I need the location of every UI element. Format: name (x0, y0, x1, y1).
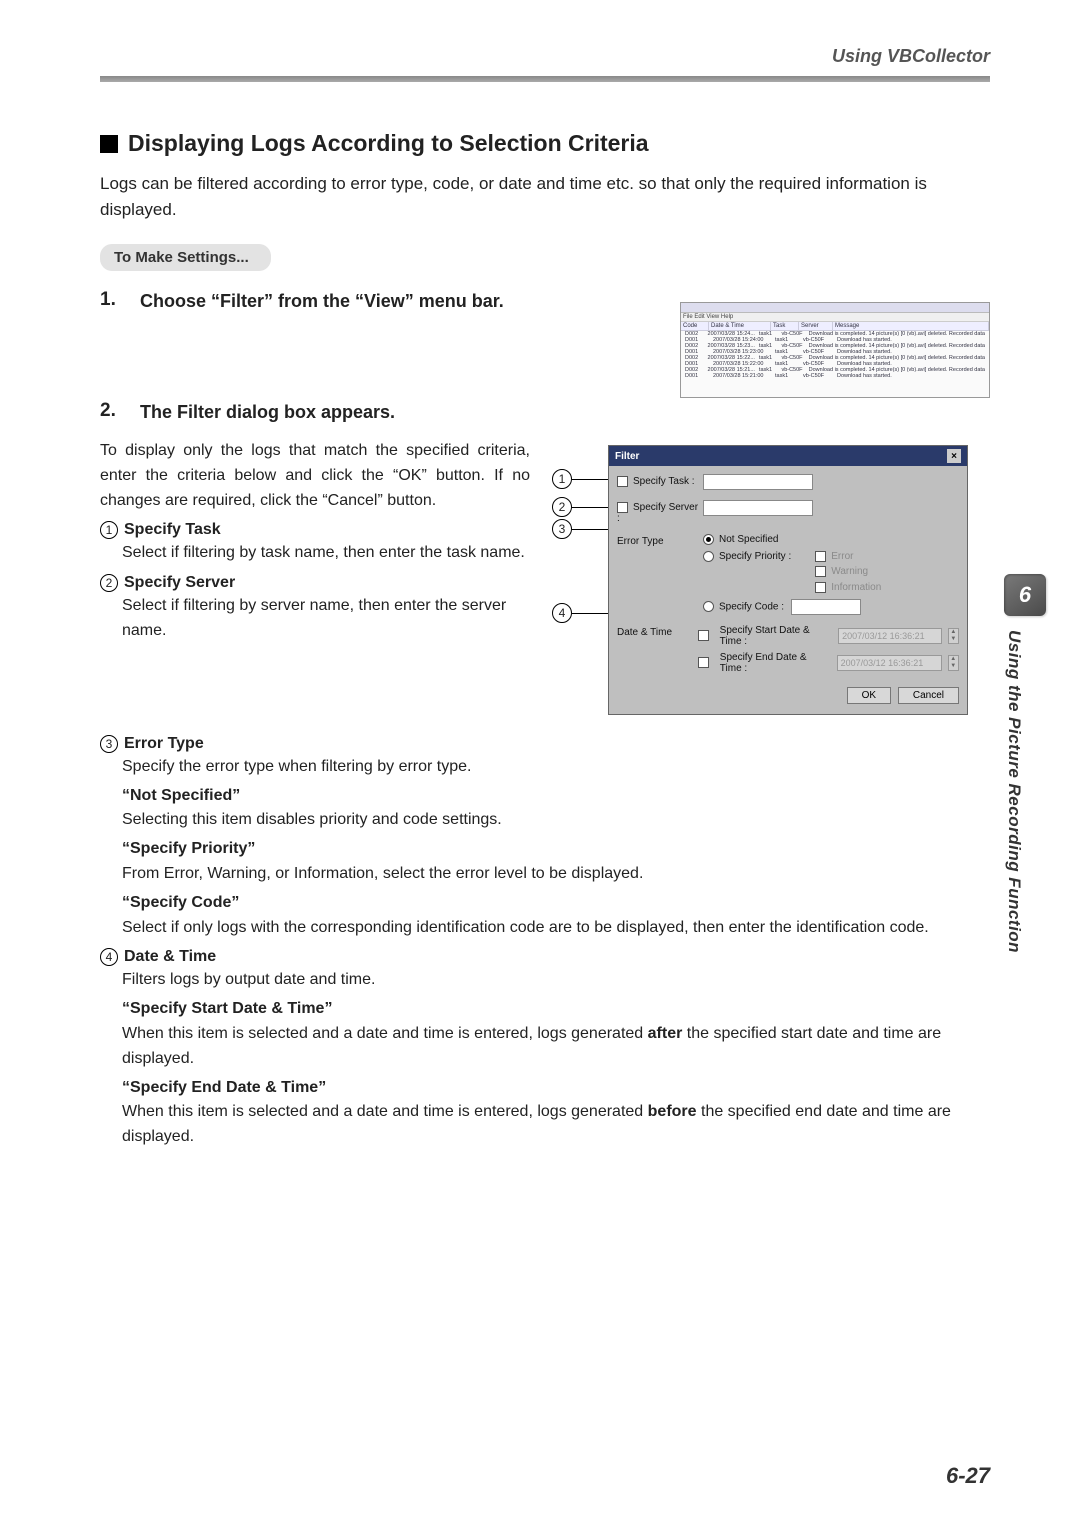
specify-priority-label: Specify Priority : (719, 551, 791, 562)
not-specified-heading: “Not Specified” (122, 784, 990, 809)
item-4-text: Filters logs by output date and time. (122, 968, 990, 993)
item-2-heading: 2 Specify Server (100, 574, 530, 592)
specify-code-label: Specify Code : (719, 601, 784, 612)
specify-code-text: Select if only logs with the correspondi… (122, 916, 990, 941)
header-rule (100, 76, 990, 82)
pri-warning-checkbox[interactable] (815, 566, 826, 577)
pri-warning-label: Warning (831, 567, 868, 578)
item-1-text: Select if filtering by task name, then e… (122, 541, 530, 566)
settings-pill: To Make Settings... (100, 244, 271, 271)
item-2-text: Select if filtering by server name, then… (122, 594, 530, 644)
datetime-label: Date & Time (617, 625, 698, 638)
section-header: Using VBCollector (832, 46, 990, 67)
page-number: 6-27 (946, 1463, 990, 1489)
server-label: Specify Server : (617, 502, 698, 524)
callout-3-icon: 3 (552, 519, 572, 539)
log-col-date: Date & Time (709, 322, 771, 330)
item-2-title: Specify Server (124, 574, 235, 592)
start-date-text: When this item is selected and a date an… (122, 1022, 990, 1072)
pri-error-label: Error (831, 551, 853, 562)
end-date-heading: “Specify End Date & Time” (122, 1076, 990, 1101)
circle-2-icon: 2 (100, 574, 118, 592)
side-tab-text: Using the Picture Recording Function (1004, 630, 1024, 953)
side-tab: 6 Using the Picture Recording Function (1004, 574, 1046, 1074)
item-4-heading: 4 Date & Time (100, 948, 990, 966)
end-date-checkbox[interactable] (698, 657, 709, 668)
not-specified-radio[interactable] (703, 534, 714, 545)
step-1-text: Choose “Filter” from the “View” menu bar… (140, 289, 504, 314)
start-date-field[interactable]: 2007/03/12 16:36:21 (838, 628, 942, 644)
close-icon[interactable]: × (947, 449, 961, 463)
page-title: Displaying Logs According to Selection C… (100, 130, 990, 157)
log-row: D0012007/03/28 15:21:00task1vb-C50FDownl… (681, 373, 989, 379)
error-row: Error Type Not Specified Specify Priorit… (617, 534, 959, 615)
server-checkbox[interactable] (617, 502, 628, 513)
log-header-row: Code Date & Time Task Server Message (681, 322, 989, 331)
filter-dialog: Filter × Specify Task : Specify Server : (608, 445, 968, 715)
step-2-text: The Filter dialog box appears. (140, 400, 395, 425)
pri-error-checkbox[interactable] (815, 551, 826, 562)
task-label: Specify Task : (633, 476, 695, 487)
callout-2-icon: 2 (552, 497, 572, 517)
item-3-title: Error Type (124, 735, 204, 753)
start-date-heading: “Specify Start Date & Time” (122, 997, 990, 1022)
callout-4-icon: 4 (552, 603, 572, 623)
task-checkbox[interactable] (617, 476, 628, 487)
item-3-text: Specify the error type when filtering by… (122, 755, 990, 780)
ok-button[interactable]: OK (847, 687, 891, 704)
log-menubar: File Edit View Help (681, 313, 989, 322)
step-2-number: 2. (100, 400, 124, 422)
circle-1-icon: 1 (100, 521, 118, 539)
end-date-field[interactable]: 2007/03/12 16:36:21 (837, 655, 942, 671)
title-bullet-icon (100, 135, 118, 153)
log-col-msg: Message (833, 322, 989, 330)
title-text: Displaying Logs According to Selection C… (128, 130, 649, 157)
end-date-label: Specify End Date & Time : (720, 652, 831, 674)
log-titlebar (681, 303, 989, 313)
item-1-title: Specify Task (124, 521, 221, 539)
filter-dialog-figure: 1 2 3 4 Filter × (552, 445, 972, 715)
log-col-task: Task (771, 322, 799, 330)
item-1-heading: 1 Specify Task (100, 521, 530, 539)
log-col-server: Server (799, 322, 833, 330)
item-3-heading: 3 Error Type (100, 735, 990, 753)
callout-1-icon: 1 (552, 469, 572, 489)
dialog-title: Filter (615, 451, 639, 462)
step-1-number: 1. (100, 289, 124, 311)
pri-info-checkbox[interactable] (815, 582, 826, 593)
start-date-spinner[interactable]: ▲▼ (948, 628, 959, 644)
circle-3-icon: 3 (100, 735, 118, 753)
code-input[interactable] (791, 599, 861, 615)
log-viewer-screenshot: File Edit View Help Code Date & Time Tas… (680, 302, 990, 398)
end-date-text: When this item is selected and a date an… (122, 1100, 990, 1150)
specify-code-radio[interactable] (703, 601, 714, 612)
server-row: Specify Server : (617, 500, 959, 524)
not-specified-text: Selecting this item disables priority an… (122, 808, 990, 833)
specify-priority-radio[interactable] (703, 551, 714, 562)
error-label: Error Type (617, 534, 703, 547)
not-specified-label: Not Specified (719, 534, 778, 545)
step-2-paragraph: To display only the logs that match the … (100, 439, 530, 513)
dialog-titlebar: Filter × (609, 446, 967, 466)
server-input[interactable] (703, 500, 813, 516)
step-2: 2. The Filter dialog box appears. (100, 400, 990, 425)
start-date-checkbox[interactable] (698, 630, 708, 641)
circle-4-icon: 4 (100, 948, 118, 966)
task-row: Specify Task : (617, 474, 959, 490)
lead-paragraph: Logs can be filtered according to error … (100, 171, 990, 224)
task-input[interactable] (703, 474, 813, 490)
end-date-spinner[interactable]: ▲▼ (948, 655, 960, 671)
start-date-label: Specify Start Date & Time : (720, 625, 832, 647)
pri-info-label: Information (831, 582, 881, 593)
cancel-button[interactable]: Cancel (898, 687, 959, 704)
chapter-badge: 6 (1004, 574, 1046, 616)
log-col-code: Code (681, 322, 709, 330)
item-4-title: Date & Time (124, 948, 216, 966)
specify-priority-text: From Error, Warning, or Information, sel… (122, 862, 990, 887)
datetime-row: Date & Time Specify Start Date & Time : … (617, 625, 959, 679)
specify-code-heading: “Specify Code” (122, 891, 990, 916)
specify-priority-heading: “Specify Priority” (122, 837, 990, 862)
